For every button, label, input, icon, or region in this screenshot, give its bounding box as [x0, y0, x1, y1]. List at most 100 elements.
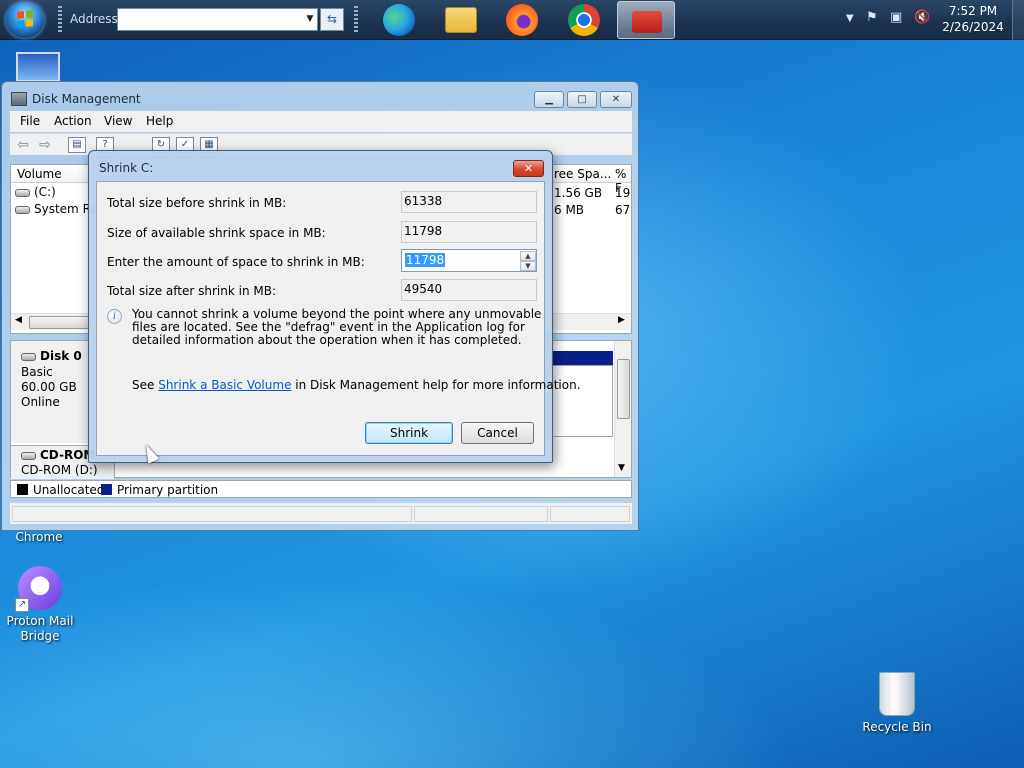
- show-hidden-icons-icon[interactable]: ▼: [846, 13, 854, 24]
- disk-0-status: Online: [21, 395, 60, 409]
- show-desktop-button[interactable]: [1012, 0, 1024, 40]
- address-go-button[interactable]: ⇆: [320, 8, 344, 31]
- system-tray: ▼ ⚑ ▣ 🔇: [838, 10, 938, 30]
- total-after-label: Total size after shrink in MB:: [107, 284, 277, 298]
- legend-unallocated: Unallocated: [33, 483, 105, 497]
- legend-primary-partition: Primary partition: [117, 483, 219, 497]
- help-link[interactable]: Shrink a Basic Volume: [158, 378, 291, 392]
- file-explorer-icon: [445, 7, 477, 33]
- total-before-value: 61338: [401, 191, 537, 213]
- disk-0-size: 60.00 GB: [21, 380, 77, 394]
- spin-up-button[interactable]: ▲: [520, 251, 536, 261]
- dialog-body: Total size before shrink in MB: 61338 Si…: [96, 181, 581, 456]
- shrink-dialog: Shrink C: ✕ Total size before shrink in …: [88, 150, 581, 463]
- clock-date: 2/26/2024: [942, 20, 1004, 34]
- scroll-down-icon[interactable]: ▼: [618, 463, 625, 473]
- proton-mail-label: Proton Mail Bridge: [6, 614, 74, 643]
- free-space-cell: 1.56 GB: [554, 186, 603, 200]
- shrink-button[interactable]: Shrink: [365, 422, 453, 444]
- dialog-close-button[interactable]: ✕: [513, 160, 544, 177]
- status-bar: [10, 502, 632, 524]
- disk-0-type: Basic: [21, 365, 53, 379]
- action-center-flag-icon[interactable]: ⚑: [866, 10, 878, 25]
- address-input[interactable]: [117, 8, 318, 31]
- spin-down-button[interactable]: ▼: [520, 261, 536, 271]
- info-icon: i: [107, 309, 122, 324]
- dialog-title: Shrink C:: [99, 161, 154, 175]
- scroll-right-icon[interactable]: ▶: [618, 315, 625, 325]
- window-title: Disk Management: [32, 92, 141, 106]
- computer-icon[interactable]: [16, 52, 60, 82]
- edge-icon: [383, 4, 415, 36]
- taskbar: Address ▼ ⇆ ▼ ⚑ ▣ 🔇 7:52 PM 2/26/2024: [0, 0, 1024, 40]
- table-row[interactable]: (C:): [15, 185, 56, 199]
- network-icon[interactable]: ▣: [890, 10, 902, 25]
- help-prefix: See: [132, 378, 159, 392]
- status-cell: [12, 506, 412, 522]
- minimize-button[interactable]: ▁: [534, 91, 564, 108]
- taskbar-file-explorer[interactable]: [432, 1, 490, 39]
- total-after-value: 49540: [401, 279, 537, 301]
- scroll-thumb[interactable]: [617, 359, 630, 419]
- chrome-icon: [568, 4, 600, 36]
- taskbar-edge[interactable]: [370, 1, 428, 39]
- taskbar-chrome[interactable]: [555, 1, 613, 39]
- menu-help[interactable]: Help: [146, 114, 173, 128]
- cdrom-icon: [21, 451, 36, 460]
- scroll-left-icon[interactable]: ◀: [15, 315, 22, 325]
- clock[interactable]: 7:52 PM 2/26/2024: [940, 3, 1006, 35]
- taskbar-firefox[interactable]: [493, 1, 551, 39]
- cdrom-name: CD-ROM: [21, 448, 95, 462]
- address-label: Address: [70, 12, 118, 26]
- drive-icon: [15, 205, 30, 214]
- volume-muted-icon[interactable]: 🔇: [914, 10, 930, 25]
- status-cell: [414, 506, 548, 522]
- legend-swatch-primary: [101, 484, 112, 495]
- title-bar[interactable]: Disk Management ▁ □ ✕: [2, 82, 638, 112]
- forward-arrow-icon[interactable]: ⇨: [36, 137, 54, 153]
- taskbar-grip[interactable]: [354, 6, 358, 34]
- partition-block[interactable]: [551, 365, 613, 437]
- windows-logo-icon: [17, 10, 33, 28]
- scroll-thumb[interactable]: [29, 316, 91, 329]
- taskbar-grip[interactable]: [58, 6, 62, 34]
- drive-icon: [15, 188, 30, 197]
- proton-mail-bridge-shortcut[interactable]: Proton Mail Bridge: [0, 566, 80, 644]
- partition-header-bar[interactable]: [551, 351, 613, 365]
- back-arrow-icon[interactable]: ⇦: [14, 137, 32, 153]
- shortcut-arrow-icon: ↗: [15, 598, 29, 612]
- volume-name: (C:): [34, 185, 56, 199]
- cdrom-drive: CD-ROM (D:): [21, 463, 98, 477]
- close-button[interactable]: ✕: [600, 91, 632, 108]
- recycle-bin-icon: [879, 672, 915, 716]
- cancel-button[interactable]: Cancel: [461, 422, 534, 444]
- shrink-amount-label: Enter the amount of space to shrink in M…: [107, 255, 365, 269]
- available-space-label: Size of available shrink space in MB:: [107, 226, 326, 240]
- disk-management-icon: [11, 92, 27, 106]
- menu-bar: File Action View Help: [10, 111, 632, 132]
- vertical-scrollbar[interactable]: ▼: [614, 341, 631, 477]
- column-volume[interactable]: Volume: [17, 167, 62, 181]
- help-suffix: in Disk Management help for more informa…: [291, 378, 581, 392]
- clock-time: 7:52 PM: [948, 4, 998, 18]
- shrink-amount-value[interactable]: 11798: [405, 253, 446, 267]
- menu-file[interactable]: File: [20, 114, 40, 128]
- console-tree-icon[interactable]: ▤: [68, 137, 86, 153]
- status-cell: [550, 506, 630, 522]
- disk-icon: [21, 352, 36, 361]
- taskbar-computer-management[interactable]: [617, 1, 675, 39]
- address-dropdown-icon[interactable]: ▼: [302, 9, 318, 30]
- chrome-desktop-label[interactable]: Chrome: [0, 530, 78, 544]
- menu-view[interactable]: View: [104, 114, 132, 128]
- available-space-value: 11798: [401, 221, 537, 243]
- info-message: You cannot shrink a volume beyond the po…: [132, 307, 542, 347]
- percent-free-cell: 67: [615, 203, 631, 217]
- menu-action[interactable]: Action: [54, 114, 92, 128]
- start-button[interactable]: [6, 2, 44, 38]
- maximize-button[interactable]: □: [567, 91, 597, 108]
- computer-management-icon: [632, 11, 662, 33]
- recycle-bin-shortcut[interactable]: Recycle Bin: [857, 672, 937, 735]
- column-free-space[interactable]: ree Spa...: [554, 167, 611, 181]
- shrink-amount-input[interactable]: 11798 ▲ ▼: [401, 249, 537, 272]
- disk-0-name: Disk 0: [21, 349, 82, 363]
